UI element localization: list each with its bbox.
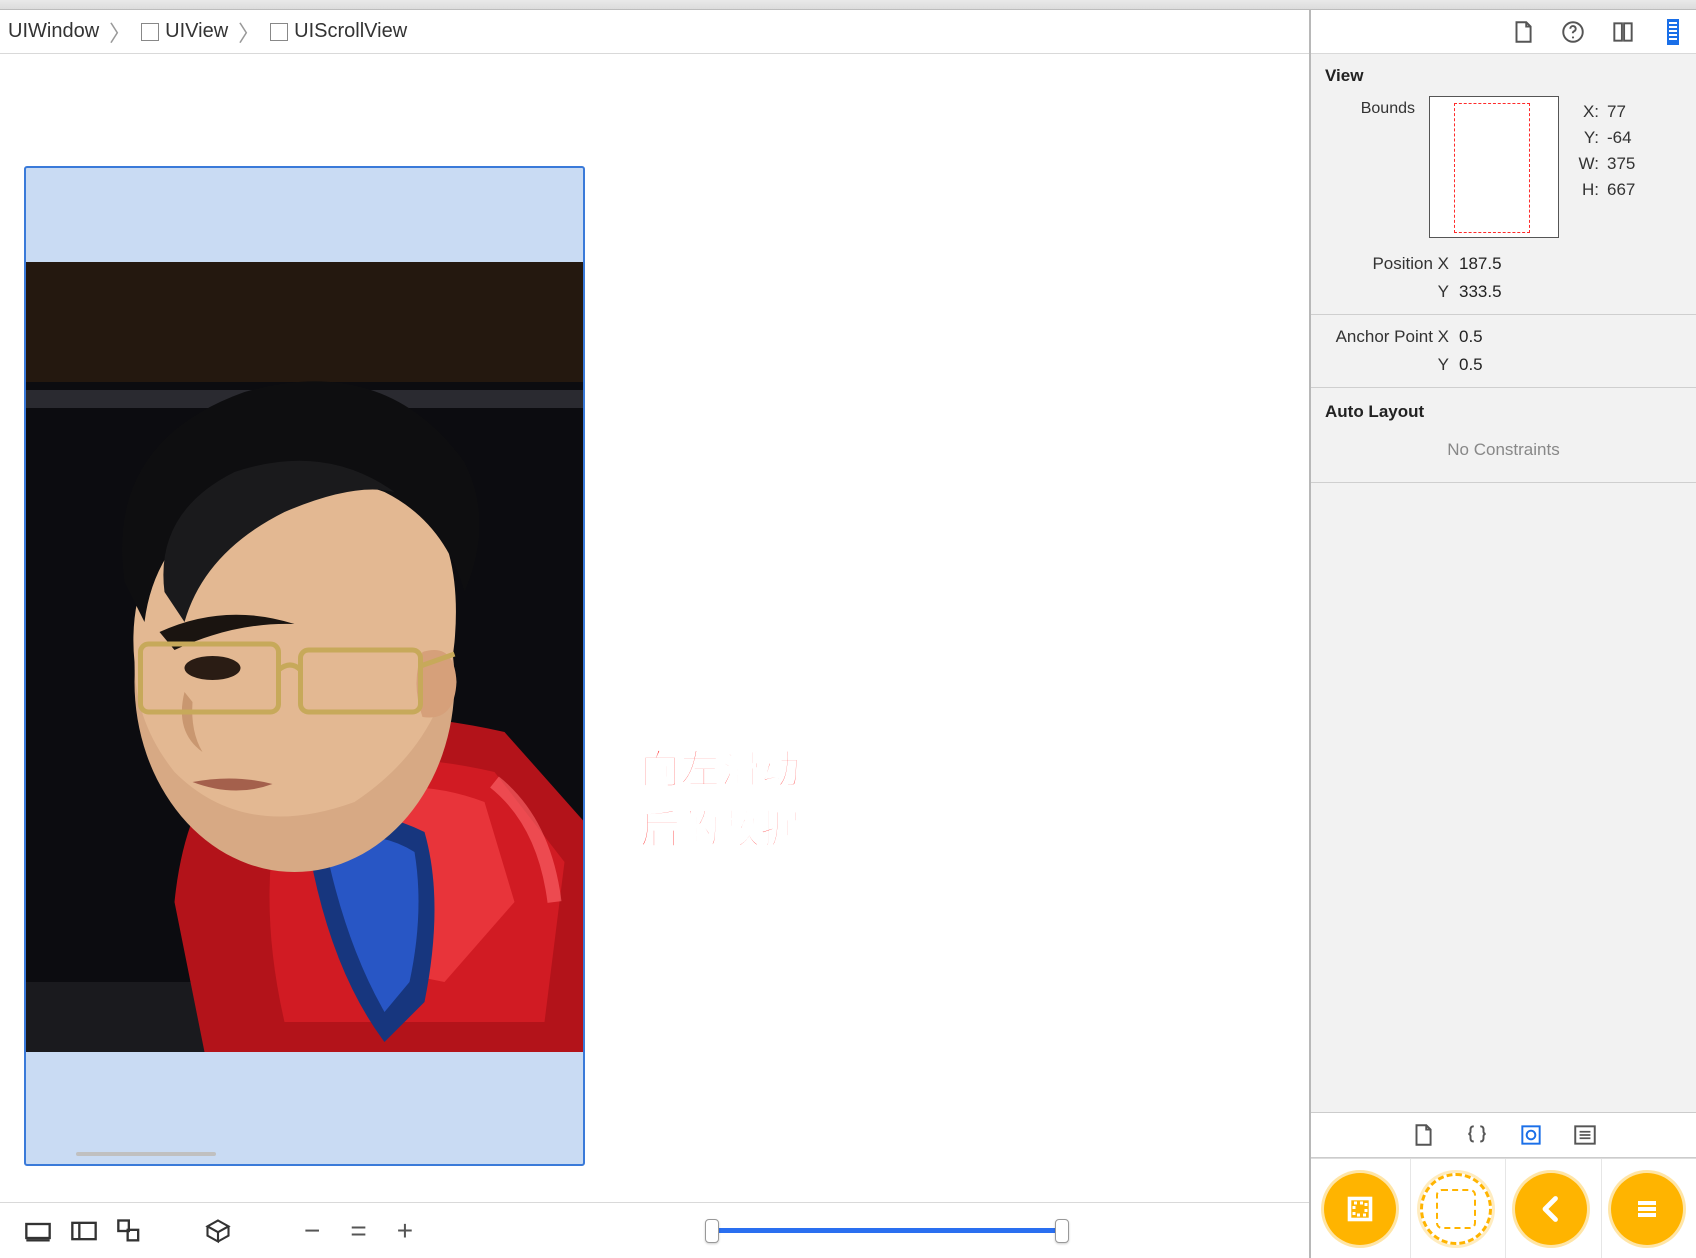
view-icon (141, 23, 159, 41)
section-header-autolayout: Auto Layout (1311, 396, 1696, 432)
inspector-pane: View Bounds X: 77 Y: -64 W: 375 H: 667 Posit… (1310, 10, 1696, 1258)
breadcrumb-label: UIView (165, 20, 228, 43)
bounds-values: X: 77 Y: -64 W: 375 H: 667 (1573, 96, 1635, 200)
bounds-h-key: H: (1573, 180, 1599, 200)
anchor-y-value: 0.5 (1459, 355, 1483, 375)
lower-tab-target-icon[interactable] (1518, 1122, 1544, 1148)
content-image (26, 262, 583, 1052)
anchor-x-label: Anchor Point X (1325, 327, 1459, 347)
clip-button[interactable] (1324, 1173, 1396, 1245)
lower-inspector-tabs (1311, 1112, 1696, 1158)
canvas[interactable]: 向左滑动 后的数据 (0, 54, 1309, 1202)
view-icon (270, 23, 288, 41)
breadcrumb-uiwindow[interactable]: UIWindow (4, 18, 103, 45)
anchor-x-value: 0.5 (1459, 327, 1483, 347)
bounds-h-value: 667 (1607, 180, 1635, 200)
debug-cell (1315, 1159, 1406, 1258)
divider (1311, 482, 1696, 483)
breadcrumb-uiview[interactable]: UIView (137, 18, 232, 45)
position-y-value: 333.5 (1459, 282, 1502, 302)
bounds-x-value: 77 (1607, 102, 1626, 122)
slider-thumb-left[interactable] (705, 1219, 719, 1243)
inspector-tabs (1311, 10, 1696, 54)
zoom-in-button[interactable]: + (391, 1215, 419, 1247)
selected-view-frame[interactable] (24, 166, 585, 1166)
size-inspector-tab-icon[interactable] (1660, 19, 1686, 45)
debug-cell (1601, 1159, 1693, 1258)
canvas-toolbar: − = + (0, 1202, 1309, 1258)
zoom-out-button[interactable]: − (298, 1215, 326, 1247)
inspector-body: View Bounds X: 77 Y: -64 W: 375 H: 667 Posit… (1311, 54, 1696, 1112)
identity-inspector-tab-icon[interactable] (1610, 19, 1636, 45)
debug-cell (1505, 1159, 1597, 1258)
window-titlebar (0, 0, 1696, 10)
annotation-text: 向左滑动 后的数据 (640, 740, 800, 860)
annotation-line1: 向左滑动 (640, 740, 800, 800)
lower-tab-file-icon[interactable] (1410, 1122, 1436, 1148)
debug-cell (1410, 1159, 1502, 1258)
position-x-label: Position X (1325, 254, 1459, 274)
layout-icon-3[interactable] (116, 1217, 144, 1245)
bounds-inner-rect (1454, 103, 1530, 233)
canvas-pane: UIWindow 〉 UIView 〉 UIScrollView (0, 10, 1310, 1258)
breadcrumb-uiscrollview[interactable]: UIScrollView (266, 18, 411, 45)
zoom-reset-button[interactable]: = (344, 1215, 372, 1247)
lower-tab-braces-icon[interactable] (1464, 1122, 1490, 1148)
breadcrumb-chevron-icon: 〉 (236, 16, 262, 48)
wireframe-button[interactable] (1420, 1173, 1492, 1245)
bounds-w-key: W: (1573, 154, 1599, 174)
breadcrumb-label: UIWindow (8, 20, 99, 43)
list-button[interactable] (1611, 1173, 1683, 1245)
bounds-y-value: -64 (1607, 128, 1632, 148)
no-constraints-text: No Constraints (1311, 432, 1696, 474)
bounds-w-value: 375 (1607, 154, 1635, 174)
breadcrumb-label: UIScrollView (294, 20, 407, 43)
divider (1311, 387, 1696, 388)
anchor-y-label: Y (1325, 355, 1459, 375)
breadcrumb: UIWindow 〉 UIView 〉 UIScrollView (0, 10, 1309, 54)
layout-icon-2[interactable] (70, 1217, 98, 1245)
anchor-x-row: Anchor Point X 0.5 (1311, 323, 1696, 351)
bounds-row: Bounds X: 77 Y: -64 W: 375 H: 667 (1311, 96, 1696, 250)
main-container: UIWindow 〉 UIView 〉 UIScrollView (0, 10, 1696, 1258)
section-header-view: View (1311, 54, 1696, 96)
bounds-y-key: Y: (1573, 128, 1599, 148)
slider-thumb-right[interactable] (1055, 1219, 1069, 1243)
help-inspector-tab-icon[interactable] (1560, 19, 1586, 45)
position-y-label: Y (1325, 282, 1459, 302)
bounds-label: Bounds (1325, 96, 1415, 118)
scroll-indicator (76, 1152, 216, 1156)
slider-track (707, 1228, 1067, 1233)
position-x-value: 187.5 (1459, 254, 1502, 274)
bounds-x-key: X: (1573, 102, 1599, 122)
annotation-line2: 后的数据 (640, 800, 800, 860)
position-x-row: Position X 187.5 (1311, 250, 1696, 278)
anchor-y-row: Y 0.5 (1311, 351, 1696, 379)
breadcrumb-chevron-icon: 〉 (107, 16, 133, 48)
layout-icon-1[interactable] (24, 1217, 52, 1245)
lower-tab-list-icon[interactable] (1572, 1122, 1598, 1148)
position-y-row: Y 333.5 (1311, 278, 1696, 306)
bounds-diagram (1429, 96, 1559, 238)
divider (1311, 314, 1696, 315)
cube-3d-icon[interactable] (204, 1217, 232, 1245)
file-inspector-tab-icon[interactable] (1510, 19, 1536, 45)
back-button[interactable] (1515, 1173, 1587, 1245)
range-slider[interactable] (707, 1219, 1067, 1243)
debug-buttons-row (1311, 1158, 1696, 1258)
